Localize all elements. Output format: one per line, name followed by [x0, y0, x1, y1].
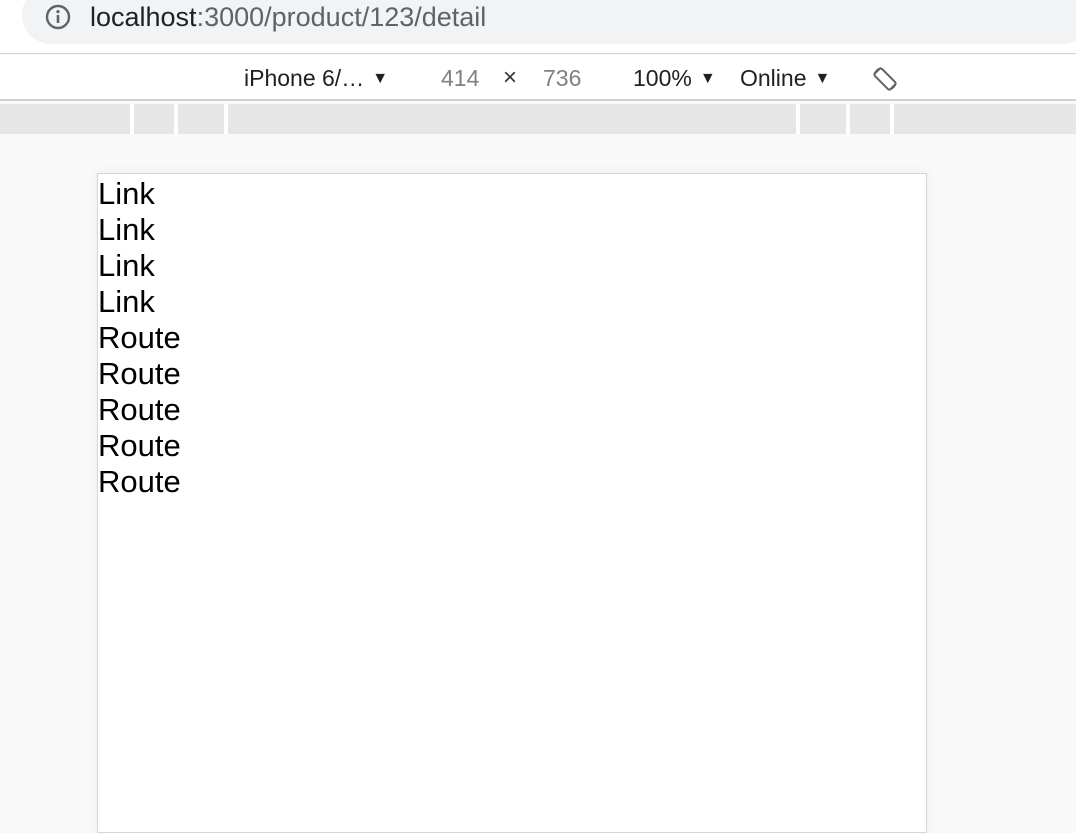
network-throttle-select[interactable]: Online ▼ — [740, 55, 830, 101]
viewport-height-input[interactable]: 736 — [543, 55, 581, 101]
device-select-label: iPhone 6/… — [244, 65, 365, 91]
chevron-down-icon: ▼ — [699, 70, 716, 87]
device-viewport: Link Link Link Link Route Route Route Ro… — [97, 173, 927, 833]
route-text: Route — [98, 320, 181, 355]
route-text: Route — [98, 464, 181, 499]
route-text: Route — [98, 392, 181, 427]
device-select[interactable]: iPhone 6/… ▼ — [244, 55, 388, 101]
link-text: Link — [98, 248, 155, 283]
media-query-segment[interactable] — [178, 104, 224, 134]
media-query-segment[interactable] — [0, 104, 130, 134]
info-icon[interactable] — [44, 3, 72, 31]
zoom-select-label: 100% — [633, 65, 692, 91]
link-text: Link — [98, 176, 155, 211]
viewport-width-input[interactable]: 414 — [441, 55, 479, 101]
dimension-separator: × — [503, 64, 518, 91]
route-text: Route — [98, 356, 181, 391]
page-content: Link Link Link Link Route Route Route Ro… — [98, 174, 926, 500]
link-text: Link — [98, 284, 155, 319]
address-bar-area: localhost:3000/product/123/detail — [0, 0, 1076, 54]
url-path: :3000/product/123/detail — [196, 2, 487, 32]
media-query-segment[interactable] — [134, 104, 174, 134]
chevron-down-icon: ▼ — [814, 70, 831, 87]
route-text: Route — [98, 428, 181, 463]
rotate-icon[interactable] — [870, 64, 900, 94]
media-query-segment[interactable] — [850, 104, 890, 134]
media-query-segment[interactable] — [800, 104, 846, 134]
link-text: Link — [98, 212, 155, 247]
chevron-down-icon: ▼ — [372, 70, 389, 87]
network-select-label: Online — [740, 65, 807, 91]
url-text[interactable]: localhost:3000/product/123/detail — [90, 0, 486, 34]
zoom-select[interactable]: 100% ▼ — [633, 55, 716, 101]
media-query-segment[interactable] — [228, 104, 796, 134]
device-toolbar: iPhone 6/… ▼ 414 × 736 100% ▼ Online ▼ — [0, 55, 1076, 101]
url-host: localhost — [90, 2, 197, 32]
media-query-segment[interactable] — [894, 104, 1076, 134]
media-query-bar — [0, 104, 1076, 134]
